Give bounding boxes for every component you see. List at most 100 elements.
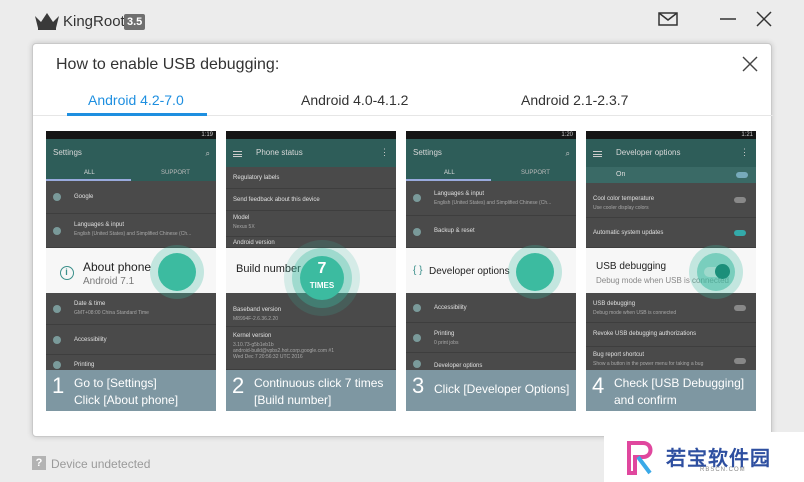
settings-tabs: ALL SUPPORT — [406, 167, 576, 181]
step-card-2: Phone status ⋮ Regulatory labels Send fe… — [226, 131, 396, 411]
language-icon — [413, 194, 421, 202]
list-item-subtitle: English (United States) and Simplified C… — [74, 231, 192, 237]
step-number: 3 — [412, 373, 425, 398]
status-bar: 1:20 — [406, 131, 576, 139]
list-item: Cool color temperature Use cooler displa… — [586, 183, 756, 218]
tab-all: ALL — [444, 170, 455, 176]
list-item: Accessibility — [46, 325, 216, 355]
watermark-url: RBSCN.COM — [700, 467, 746, 473]
list-item-subtitle: Debug mode when USB is connected — [593, 310, 677, 316]
step-instruction: Click [Developer Options] — [434, 382, 570, 396]
dialog-title: How to enable USB debugging: — [56, 56, 280, 73]
list-item-title: Google — [74, 194, 94, 200]
toggle-switch — [734, 197, 746, 203]
step-number: 4 — [592, 373, 605, 398]
list-item-title: Regulatory labels — [233, 175, 280, 181]
list-item-subtitle: English (United States) and Simplified C… — [434, 200, 552, 206]
google-icon — [53, 193, 61, 201]
backup-icon — [413, 227, 421, 236]
more-icon: ⋮ — [380, 147, 389, 157]
list-item-subtitle: 3.10.73-g5b1eb1b android-build@vpbs2.hot… — [233, 342, 334, 360]
printer-icon — [413, 333, 421, 342]
step-caption: 1 Go to [Settings] Click [About phone] — [46, 370, 216, 411]
tab-android-4-2-7-0[interactable]: Android 4.2-7.0 — [88, 92, 184, 108]
settings-app-bar: Settings ⌕ — [46, 139, 216, 167]
tap-indicator: 7 TIMES — [284, 240, 360, 316]
help-icon[interactable]: ? — [32, 456, 46, 470]
list-item-title: Printing — [74, 362, 95, 368]
usb-debugging-toggle-knob — [715, 264, 730, 279]
mail-icon[interactable] — [657, 8, 679, 30]
list-item-title: Android version — [233, 240, 275, 246]
list-item: Google — [46, 181, 216, 214]
tab-support: SUPPORT — [161, 170, 190, 176]
list-item: Languages & input English (United States… — [406, 181, 576, 216]
watermark: 若宝软件园 RBSCN.COM — [604, 432, 804, 482]
list-item: Printing 0 print jobs — [406, 323, 576, 353]
settings-tabs: ALL SUPPORT — [46, 167, 216, 181]
clock-text: 1:19 — [201, 132, 213, 138]
step-caption: 3 Click [Developer Options] — [406, 370, 576, 411]
list-item-title: USB debugging — [593, 301, 636, 307]
list-item-title: Backup & reset — [434, 228, 475, 234]
list-item: Accessibility — [406, 293, 576, 323]
list-item: Regulatory labels — [226, 167, 396, 189]
crown-icon — [35, 13, 59, 30]
accessibility-icon — [53, 335, 61, 344]
step-number: 1 — [52, 373, 65, 398]
status-bar: 1:19 — [46, 131, 216, 139]
tab-android-2-1-2-3-7[interactable]: Android 2.1-2.3.7 — [521, 92, 628, 108]
step-caption: 4 Check [USB Debugging] and confirm — [586, 370, 756, 411]
toggle-switch — [734, 304, 746, 311]
minimize-icon[interactable] — [717, 8, 739, 30]
list-item-title: Automatic system updates — [593, 230, 664, 236]
developer-options-app-bar: Developer options ⋮ — [586, 139, 756, 167]
master-switch-bar: On — [586, 167, 756, 183]
toggle-switch — [734, 229, 746, 236]
toggle-switch — [734, 357, 746, 364]
list-item-title: Accessibility — [74, 337, 107, 343]
list-item-title: Revoke USB debugging authorizations — [593, 331, 697, 337]
list-item: Model Nexus 5X — [226, 211, 396, 237]
step-number: 2 — [232, 373, 245, 398]
device-status-text: Device undetected — [51, 457, 151, 471]
list-item: Automatic system updates — [586, 218, 756, 248]
tap-indicator — [150, 245, 204, 299]
list-item-subtitle: Use cooler display colors — [593, 205, 649, 211]
dialog-close-icon[interactable] — [740, 54, 760, 74]
tab-android-4-0-4-1-2[interactable]: Android 4.0-4.1.2 — [301, 92, 408, 108]
close-icon[interactable] — [753, 8, 775, 30]
app-name: KingRoot — [63, 13, 125, 30]
code-braces-icon — [413, 359, 421, 368]
list-item: Date & time GMT+08:00 China Standard Tim… — [46, 293, 216, 325]
android-version-tabs: Android 4.2-7.0 Android 4.0-4.1.2 Androi… — [33, 90, 773, 116]
list-item-title: Baseband version — [233, 307, 282, 313]
list-item-subtitle: GMT+08:00 China Standard Time — [74, 310, 149, 316]
list-item: Send feedback about this device — [226, 189, 396, 211]
list-item-subtitle: 0 print jobs — [434, 340, 459, 346]
list-item-title: Date & time — [74, 301, 106, 307]
info-icon — [60, 266, 74, 280]
list-item-title: Bug report shortcut — [593, 352, 645, 358]
list-item-title: Languages & input — [74, 222, 125, 228]
master-toggle — [736, 172, 748, 178]
clock-text: 1:20 — [561, 132, 573, 138]
step-instruction: Check [USB Debugging] and confirm — [614, 376, 745, 407]
settings-app-bar: Settings ⌕ — [406, 139, 576, 167]
menu-icon — [593, 151, 602, 157]
list-item-title: Languages & input — [434, 191, 485, 197]
list-item-title: Developer options — [434, 363, 483, 369]
tab-all: ALL — [84, 170, 95, 176]
list-item-subtitle: M8994F-2.6.36.2.20 — [233, 316, 279, 322]
list-item-title: Printing — [434, 331, 455, 337]
list-item: Languages & input English (United States… — [46, 214, 216, 248]
tab-support: SUPPORT — [521, 170, 550, 176]
list-item: Backup & reset — [406, 216, 576, 248]
language-icon — [53, 226, 61, 235]
accessibility-icon — [413, 303, 421, 312]
step-card-1: 1:19 Settings ⌕ ALL SUPPORT Google Langu… — [46, 131, 216, 411]
highlight-title: USB debugging — [596, 261, 667, 272]
step-caption: 2 Continuous click 7 times [Build number… — [226, 370, 396, 411]
highlight-subtitle: Android 7.1 — [83, 276, 135, 287]
step-card-4: 1:21 Developer options ⋮ On Cool color t… — [586, 131, 756, 411]
